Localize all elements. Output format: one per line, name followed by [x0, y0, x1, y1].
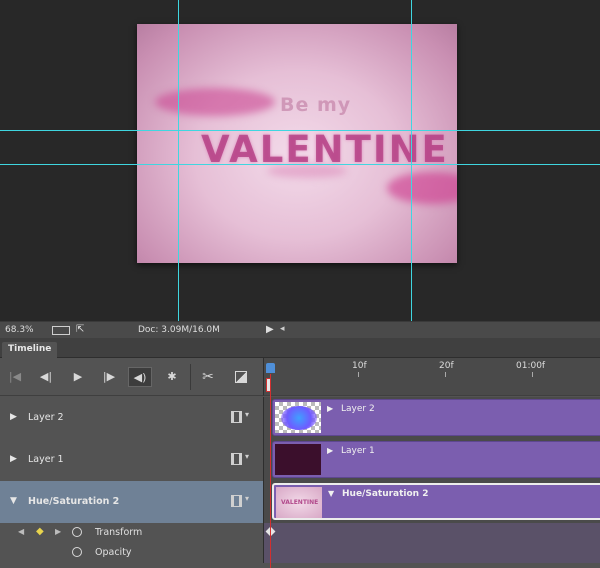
- pink-smear-right: [387, 172, 457, 204]
- guide-horizontal-bottom[interactable]: [0, 164, 600, 165]
- clip-name: Hue/Saturation 2: [342, 489, 429, 499]
- chevron-down-icon[interactable]: ▾: [245, 452, 249, 461]
- stopwatch-icon[interactable]: [72, 527, 82, 537]
- document-canvas[interactable]: Be my VALENTINE: [137, 24, 457, 263]
- guide-horizontal-top[interactable]: [0, 130, 600, 131]
- track-lane: VALENTINE ▼ Hue/Saturation 2: [263, 481, 600, 523]
- chevron-down-icon[interactable]: ▾: [245, 494, 249, 503]
- ruler-tick-label: 20f: [439, 361, 454, 371]
- expand-triangle-icon[interactable]: ▶: [10, 412, 17, 422]
- photoshop-window: Be my VALENTINE 68.3% ⇱ Doc: 3.09M/16.0M…: [0, 0, 600, 568]
- go-to-first-frame-button[interactable]: |◀: [4, 367, 26, 387]
- gear-icon: ✱: [167, 370, 177, 383]
- property-header: Opacity: [0, 543, 263, 563]
- speaker-icon: ◀): [133, 371, 147, 384]
- ruler-tick-label: 01:00f: [516, 361, 546, 371]
- proof-icon[interactable]: [52, 326, 70, 335]
- transition-button[interactable]: [230, 367, 252, 387]
- stopwatch-icon[interactable]: [72, 547, 82, 557]
- timeline-panel: Timeline |◀ ◀| ▶ |▶ ◀) ✱ ✂ 10f 20f 01:00…: [0, 338, 600, 568]
- track-name: Layer 2: [28, 412, 64, 423]
- next-frame-icon: |▶: [102, 370, 116, 383]
- scroll-left-icon[interactable]: ◂: [280, 324, 285, 334]
- audio-toggle-button[interactable]: ◀): [128, 367, 152, 387]
- property-row: ◀ ◆ ▶ Transform: [0, 523, 600, 543]
- thumbnail-glow: [281, 406, 317, 430]
- share-icon[interactable]: ⇱: [76, 324, 84, 335]
- ruler-tick: [445, 372, 446, 377]
- property-name: Transform: [95, 527, 143, 538]
- clip-thumbnail: [275, 402, 321, 433]
- track-header-selected[interactable]: ▼ Hue/Saturation 2 ▾: [0, 481, 263, 523]
- timeline-controls: |◀ ◀| ▶ |▶ ◀) ✱ ✂: [0, 358, 263, 396]
- track-row: ▶ Layer 1 ▾ ▶ Layer 1: [0, 439, 600, 481]
- track-lane: ▶ Layer 1: [263, 439, 600, 481]
- film-strip-icon[interactable]: [231, 453, 242, 465]
- next-keyframe-icon[interactable]: ▶: [55, 527, 61, 536]
- playhead-line[interactable]: [270, 374, 271, 568]
- collapse-triangle-icon[interactable]: ▼: [10, 496, 17, 506]
- play-button[interactable]: ▶: [67, 367, 89, 387]
- document-size: Doc: 3.09M/16.0M: [138, 325, 220, 335]
- previous-frame-button[interactable]: ◀|: [35, 367, 57, 387]
- controls-divider: [190, 364, 191, 390]
- guide-vertical-right[interactable]: [411, 0, 412, 321]
- status-menu-arrow-icon[interactable]: ▶: [266, 324, 274, 335]
- status-bar: 68.3% ⇱ Doc: 3.09M/16.0M ▶ ◂: [0, 321, 600, 338]
- clip-collapse-icon[interactable]: ▼: [328, 489, 334, 498]
- film-strip-icon[interactable]: [231, 495, 242, 507]
- playhead-handle[interactable]: [266, 363, 275, 373]
- property-lane: [263, 543, 600, 563]
- play-icon: ▶: [73, 370, 83, 383]
- track-header[interactable]: ▶ Layer 1 ▾: [0, 439, 263, 481]
- pink-smear-left: [155, 88, 275, 116]
- property-lane: [263, 523, 600, 543]
- timeline-ruler[interactable]: 10f 20f 01:00f: [263, 358, 600, 396]
- clip-thumbnail: [275, 444, 321, 475]
- split-at-playhead-button[interactable]: ✂: [197, 367, 219, 387]
- clip-name: Layer 1: [341, 446, 375, 456]
- panel-tab-strip: Timeline: [0, 338, 600, 358]
- clip-selected[interactable]: VALENTINE ▼ Hue/Saturation 2: [272, 483, 600, 520]
- clip-name: Layer 2: [341, 404, 375, 414]
- next-frame-button[interactable]: |▶: [98, 367, 120, 387]
- chevron-down-icon[interactable]: ▾: [245, 410, 249, 419]
- clip[interactable]: ▶ Layer 1: [272, 441, 600, 478]
- guide-vertical-left[interactable]: [178, 0, 179, 321]
- ruler-tick: [532, 372, 533, 377]
- playback-settings-button[interactable]: ✱: [161, 367, 183, 387]
- tab-timeline[interactable]: Timeline: [2, 342, 58, 358]
- transition-icon: [235, 371, 247, 383]
- clip[interactable]: ▶ Layer 2: [272, 399, 600, 436]
- zoom-level[interactable]: 68.3%: [5, 325, 34, 335]
- film-strip-icon[interactable]: [231, 411, 242, 423]
- artwork-text-small: Be my: [280, 94, 352, 116]
- property-row: Opacity: [0, 543, 600, 563]
- track-row: ▼ Hue/Saturation 2 ▾ VALENTINE ▼ Hue/Sat…: [0, 481, 600, 523]
- thumbnail-text: VALENTINE: [281, 499, 319, 506]
- clip-thumbnail: VALENTINE: [276, 487, 322, 518]
- go-to-first-frame-icon: |◀: [8, 370, 22, 383]
- scissors-icon: ✂: [202, 369, 214, 385]
- property-name: Opacity: [95, 547, 132, 558]
- track-name: Layer 1: [28, 454, 64, 465]
- property-header: ◀ ◆ ▶ Transform: [0, 523, 263, 543]
- clip-expand-icon[interactable]: ▶: [327, 446, 333, 455]
- previous-keyframe-icon[interactable]: ◀: [18, 527, 24, 536]
- previous-frame-icon: ◀|: [39, 370, 53, 383]
- expand-triangle-icon[interactable]: ▶: [10, 454, 17, 464]
- canvas-area[interactable]: Be my VALENTINE: [0, 0, 600, 321]
- track-row: ▶ Layer 2 ▾ ▶ Layer 2: [0, 397, 600, 439]
- ruler-tick-label: 10f: [352, 361, 367, 371]
- track-header[interactable]: ▶ Layer 2 ▾: [0, 397, 263, 439]
- clip-expand-icon[interactable]: ▶: [327, 404, 333, 413]
- add-keyframe-icon[interactable]: ◆: [36, 526, 44, 537]
- track-lane: ▶ Layer 2: [263, 397, 600, 439]
- track-name: Hue/Saturation 2: [28, 496, 120, 507]
- ruler-tick: [358, 372, 359, 377]
